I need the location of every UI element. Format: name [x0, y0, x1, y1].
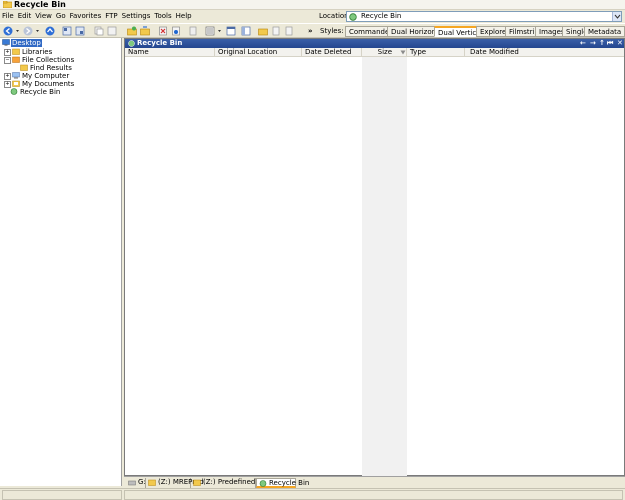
chevron-down-icon[interactable]: [217, 26, 222, 36]
view-list-icon[interactable]: [75, 26, 85, 36]
panel-header: Recycle Bin ← → ↑ ⏮ ✕: [125, 39, 624, 48]
column-header-date-deleted[interactable]: Date Deleted: [302, 48, 362, 57]
tree-item-label: My Computer: [22, 72, 70, 80]
library-icon: [12, 48, 20, 55]
tree-item-label: My Documents: [22, 80, 75, 88]
expand-icon[interactable]: +: [4, 73, 11, 80]
recycle-bin-icon: [10, 88, 18, 95]
folder-tab-label: G:: [138, 478, 146, 486]
panel-title: Recycle Bin: [137, 39, 183, 47]
folder-icon: [193, 479, 201, 486]
documents-folder-icon: [12, 80, 20, 87]
copy-to-icon[interactable]: [140, 26, 150, 36]
page-icon[interactable]: [271, 26, 281, 36]
styles-label: Styles:: [320, 27, 344, 35]
history-icon[interactable]: ⏮: [607, 39, 613, 48]
status-bar: [0, 488, 625, 500]
menu-settings[interactable]: Settings: [120, 10, 153, 23]
folder-tab-mreprod[interactable]: (Z:) MREProd: [146, 478, 204, 488]
column-header-date-modified[interactable]: Date Modified: [465, 48, 624, 57]
tree-item-label: Desktop: [11, 39, 42, 47]
location-label: Location: [319, 12, 349, 20]
delete-icon[interactable]: [158, 26, 168, 36]
forward-icon[interactable]: →: [590, 39, 596, 48]
folder-tabs: G: (Z:) MREProd (Z:) PredefinedReports R…: [124, 476, 625, 488]
computer-icon: [12, 72, 20, 79]
tab-metadata[interactable]: Metadata: [584, 26, 625, 37]
sorted-column-highlight: [362, 57, 407, 476]
folder-icon: [3, 1, 12, 8]
file-list-panel: Recycle Bin ← → ↑ ⏮ ✕ Name Original Loca…: [124, 38, 625, 476]
chevron-down-icon[interactable]: [35, 26, 40, 36]
recycle-bin-icon: [128, 40, 135, 47]
page-icon[interactable]: [284, 26, 294, 36]
back-icon[interactable]: ←: [580, 39, 586, 48]
status-segment: [2, 490, 122, 500]
folder-tree: Desktop + Libraries − File Collections F…: [0, 38, 122, 486]
new-folder-icon[interactable]: [127, 26, 137, 36]
location-dropdown-button[interactable]: [612, 12, 621, 21]
recycle-bin-icon: [259, 480, 267, 487]
location-input[interactable]: Recycle Bin: [346, 11, 622, 22]
up-icon[interactable]: [45, 26, 55, 36]
folder-icon[interactable]: [258, 26, 268, 36]
chevron-down-icon: [614, 14, 621, 19]
forward-icon[interactable]: [23, 26, 33, 36]
close-icon[interactable]: ✕: [617, 39, 623, 48]
title-bar: Recycle Bin: [0, 0, 625, 10]
status-segment: [124, 490, 623, 500]
location-value: Recycle Bin: [361, 12, 402, 20]
view-details-icon[interactable]: [62, 26, 72, 36]
views-icon[interactable]: [205, 26, 215, 36]
sort-descending-icon: [400, 50, 406, 55]
window-title: Recycle Bin: [14, 0, 66, 9]
toolbar-overflow-button[interactable]: »: [308, 24, 313, 39]
preview-pane-icon[interactable]: [226, 26, 236, 36]
menu-help[interactable]: Help: [174, 10, 194, 23]
paste-icon[interactable]: [107, 26, 117, 36]
folder-tab-predefinedreports[interactable]: (Z:) PredefinedReports: [191, 478, 282, 488]
drive-icon: [128, 480, 136, 486]
desktop-icon: [2, 39, 10, 46]
up-icon[interactable]: ↑: [599, 39, 605, 48]
tree-item-label: Libraries: [22, 48, 53, 56]
folder-tab-recycle-bin[interactable]: Recycle Bin: [256, 478, 309, 488]
column-header-type[interactable]: Type: [407, 48, 465, 57]
folder-tab-label: Recycle Bin: [269, 479, 310, 487]
menu-favorites[interactable]: Favorites: [68, 10, 104, 23]
menu-tools[interactable]: Tools: [152, 10, 173, 23]
menu-ftp[interactable]: FTP: [103, 10, 119, 23]
menu-bar: File Edit View Go Favorites FTP Settings Tools H…: [0, 10, 315, 23]
menu-go[interactable]: Go: [54, 10, 68, 23]
column-header-original-location[interactable]: Original Location: [215, 48, 302, 57]
folder-icon: [148, 479, 156, 486]
folder-tab-g[interactable]: G:: [126, 478, 146, 488]
recycle-bin-icon: [349, 13, 357, 21]
menu-edit[interactable]: Edit: [16, 10, 34, 23]
find-results-icon: [20, 64, 28, 71]
expand-icon[interactable]: +: [4, 49, 11, 56]
tree-pane-icon[interactable]: [241, 26, 251, 36]
document-icon[interactable]: [188, 26, 198, 36]
collapse-icon[interactable]: −: [4, 57, 11, 64]
location-bar: Location Recycle Bin: [315, 10, 625, 23]
column-headers: Name Original Location Date Deleted Size…: [125, 48, 624, 57]
toolbar: » Styles: Commander Dual Horizontal Dual…: [0, 23, 625, 38]
tree-item-label: Recycle Bin: [20, 88, 61, 96]
chevron-down-icon[interactable]: [15, 26, 20, 36]
properties-icon[interactable]: [171, 26, 181, 36]
tree-item-label: Find Results: [30, 64, 72, 72]
back-icon[interactable]: [3, 26, 13, 36]
expand-icon[interactable]: +: [4, 81, 11, 88]
copy-icon[interactable]: [94, 26, 104, 36]
menu-view[interactable]: View: [33, 10, 54, 23]
tree-item-label: File Collections: [22, 56, 75, 64]
column-header-name[interactable]: Name: [125, 48, 215, 57]
collection-icon: [12, 56, 20, 63]
menu-file[interactable]: File: [0, 10, 16, 23]
